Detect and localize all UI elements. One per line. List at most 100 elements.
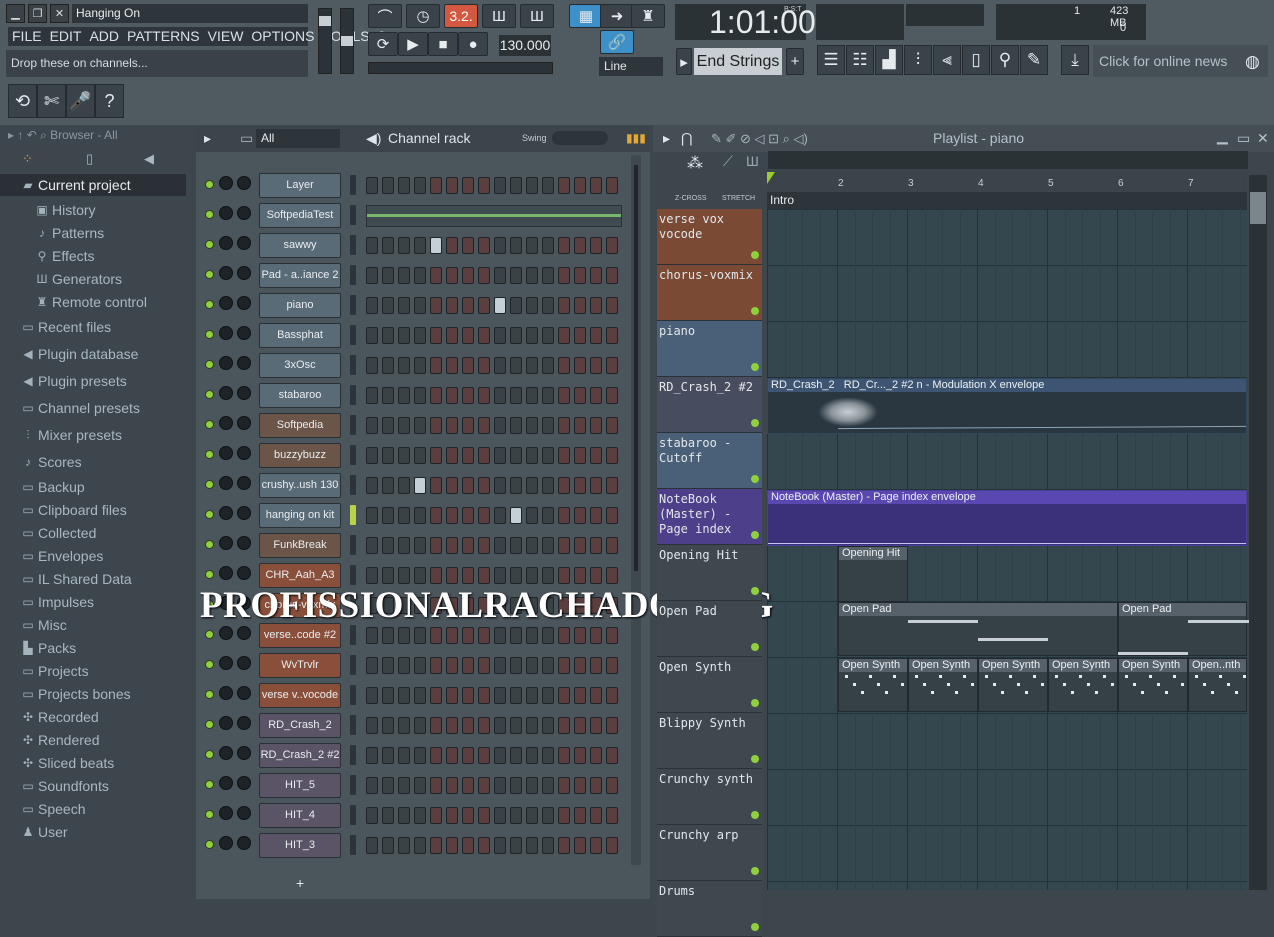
step-button[interactable] [606, 657, 618, 674]
step-button[interactable] [366, 747, 378, 764]
channel-volume-knob[interactable] [237, 686, 251, 700]
channel-select-indicator[interactable] [350, 205, 356, 225]
step-button[interactable] [398, 747, 410, 764]
rack-folder-icon[interactable]: ▭ [240, 125, 253, 152]
step-button[interactable] [558, 327, 570, 344]
clip-open-pad[interactable]: Open Pad [838, 602, 1118, 656]
step-button[interactable] [430, 357, 442, 374]
channel-mute-led[interactable] [205, 570, 214, 579]
browser-item-recent-files[interactable]: ▭ Recent files [0, 316, 186, 338]
channel-pan-knob[interactable] [219, 176, 233, 190]
channel-name-button[interactable]: verse v..vocode [259, 683, 341, 708]
channel-volume-knob[interactable] [237, 416, 251, 430]
channel-pan-knob[interactable] [219, 776, 233, 790]
undo-icon[interactable]: ⟲ [8, 84, 37, 118]
step-mode-icon[interactable]: ▮▮▮ [626, 125, 646, 152]
step-button[interactable] [542, 297, 554, 314]
step-button[interactable] [366, 387, 378, 404]
step-button[interactable] [478, 327, 490, 344]
step-button[interactable] [382, 627, 394, 644]
typing-keyboard-icon[interactable]: Ш [482, 4, 516, 28]
channel-pan-knob[interactable] [219, 566, 233, 580]
close-icon[interactable]: ✕ [50, 4, 69, 23]
step-button[interactable] [430, 177, 442, 194]
channel-mute-led[interactable] [205, 840, 214, 849]
song-marker-icon[interactable] [767, 172, 775, 184]
step-button[interactable] [494, 447, 506, 464]
step-button[interactable] [446, 177, 458, 194]
browser-speaker-icon[interactable]: ◀ [144, 151, 154, 167]
master-pitch-handle[interactable] [341, 36, 353, 46]
step-button[interactable] [478, 177, 490, 194]
channel-name-button[interactable]: RD_Crash_2 #2 [259, 743, 341, 768]
restore-icon[interactable]: ❐ [28, 4, 47, 23]
step-button[interactable] [462, 477, 474, 494]
channel-pan-knob[interactable] [219, 416, 233, 430]
channel-pan-knob[interactable] [219, 536, 233, 550]
browser-item-il-shared-data[interactable]: ▭ IL Shared Data [0, 568, 186, 590]
step-button[interactable] [366, 567, 378, 584]
step-button[interactable] [414, 567, 426, 584]
step-button[interactable] [542, 507, 554, 524]
browser-item-effects[interactable]: ⚲ Effects [0, 245, 186, 267]
step-button[interactable] [414, 627, 426, 644]
tools-icon[interactable]: ✄ [37, 84, 66, 118]
step-button[interactable] [526, 777, 538, 794]
step-button[interactable] [366, 777, 378, 794]
step-button[interactable] [462, 837, 474, 854]
track-header[interactable]: Opening Hit [657, 545, 762, 601]
channel-pan-knob[interactable] [219, 236, 233, 250]
track-mute-led[interactable] [751, 867, 759, 875]
swing-slider[interactable] [552, 131, 608, 145]
step-button[interactable] [558, 387, 570, 404]
clip-open-synth[interactable]: Open Synth [908, 658, 978, 712]
track-mute-led[interactable] [751, 251, 759, 259]
download-icon[interactable]: ⤓ [1061, 45, 1089, 75]
step-button[interactable] [510, 687, 522, 704]
channel-name-button[interactable]: Bassphat [259, 323, 341, 348]
menu-options[interactable]: OPTIONS [247, 27, 318, 46]
step-button[interactable] [382, 267, 394, 284]
step-button[interactable] [590, 417, 602, 434]
step-button[interactable] [590, 447, 602, 464]
step-button[interactable] [590, 297, 602, 314]
plugin-picker-icon[interactable]: ⚲ [991, 45, 1019, 75]
step-button[interactable] [526, 447, 538, 464]
step-button[interactable] [590, 747, 602, 764]
step-button[interactable] [558, 477, 570, 494]
step-button[interactable] [446, 447, 458, 464]
track-mute-led[interactable] [751, 923, 759, 931]
step-button[interactable] [478, 357, 490, 374]
step-button[interactable] [542, 357, 554, 374]
channel-select-indicator[interactable] [350, 385, 356, 405]
step-button[interactable] [382, 777, 394, 794]
step-button[interactable] [398, 537, 410, 554]
step-button[interactable] [494, 567, 506, 584]
channel-select-indicator[interactable] [350, 445, 356, 465]
browser-item-impulses[interactable]: ▭ Impulses [0, 591, 186, 613]
step-button[interactable] [366, 477, 378, 494]
step-button[interactable] [494, 477, 506, 494]
track-mute-led[interactable] [751, 587, 759, 595]
step-button[interactable] [558, 357, 570, 374]
step-button[interactable] [606, 297, 618, 314]
channel-volume-knob[interactable] [237, 506, 251, 520]
step-button[interactable] [430, 807, 442, 824]
track-header[interactable]: Open Pad [657, 601, 762, 657]
step-button[interactable] [366, 807, 378, 824]
step-button[interactable] [446, 687, 458, 704]
channel-pan-knob[interactable] [219, 206, 233, 220]
step-button[interactable] [526, 477, 538, 494]
step-button[interactable] [574, 237, 586, 254]
browser-item-envelopes[interactable]: ▭ Envelopes [0, 545, 186, 567]
step-button[interactable] [446, 717, 458, 734]
step-button[interactable] [478, 747, 490, 764]
step-button[interactable] [558, 417, 570, 434]
step-button[interactable] [382, 237, 394, 254]
step-button[interactable] [542, 387, 554, 404]
step-button[interactable] [398, 177, 410, 194]
step-button[interactable] [526, 807, 538, 824]
channel-name-button[interactable]: stabaroo [259, 383, 341, 408]
step-button[interactable] [526, 237, 538, 254]
step-button[interactable] [606, 477, 618, 494]
